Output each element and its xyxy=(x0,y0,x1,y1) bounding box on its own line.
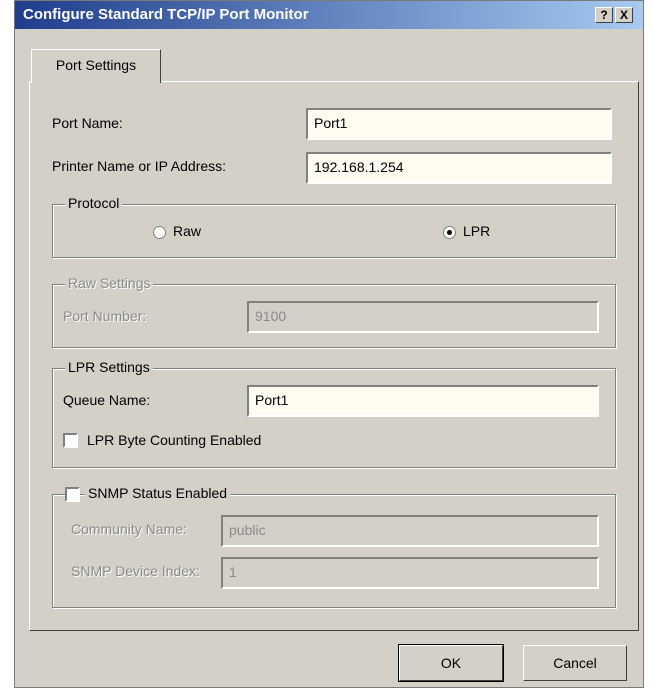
tab-port-settings[interactable]: Port Settings xyxy=(31,49,161,83)
queue-name-label: Queue Name: xyxy=(63,392,151,408)
port-number-label: Port Number: xyxy=(63,308,147,324)
printer-address-label: Printer Name or IP Address: xyxy=(52,158,227,174)
cancel-button[interactable]: Cancel xyxy=(523,645,627,681)
help-button[interactable]: ? xyxy=(595,7,613,23)
raw-radio[interactable] xyxy=(153,226,166,239)
lpr-radio[interactable] xyxy=(443,226,456,239)
port-number-input: 9100 xyxy=(247,301,599,333)
lpr-radio-label[interactable]: LPR xyxy=(463,223,490,239)
lpr-settings-group: LPR Settings Queue Name: Port1 LPR Byte … xyxy=(52,359,616,468)
port-name-input[interactable]: Port1 xyxy=(306,108,612,140)
printer-address-input[interactable]: 192.168.1.254 xyxy=(306,152,612,184)
protocol-group: Protocol Raw LPR xyxy=(52,195,616,258)
community-name-label: Community Name: xyxy=(71,521,187,537)
raw-radio-label[interactable]: Raw xyxy=(173,223,201,239)
ok-button[interactable]: OK xyxy=(398,644,504,682)
device-index-input: 1 xyxy=(221,557,599,589)
byte-counting-label[interactable]: LPR Byte Counting Enabled xyxy=(87,432,261,448)
snmp-group: SNMP Status Enabled Community Name: publ… xyxy=(52,485,616,608)
protocol-legend: Protocol xyxy=(65,195,123,211)
window-title: Configure Standard TCP/IP Port Monitor xyxy=(23,6,309,23)
snmp-checkbox[interactable] xyxy=(65,487,80,502)
raw-settings-legend: Raw Settings xyxy=(65,275,154,291)
port-name-label: Port Name: xyxy=(52,115,123,131)
queue-name-input[interactable]: Port1 xyxy=(247,385,599,417)
tab-panel: Port Name: Port1 Printer Name or IP Addr… xyxy=(29,81,639,631)
dialog-window: Configure Standard TCP/IP Port Monitor ?… xyxy=(14,0,644,688)
close-button[interactable]: X xyxy=(615,7,633,23)
snmp-legend[interactable]: SNMP Status Enabled xyxy=(85,485,231,501)
raw-settings-group: Raw Settings Port Number: 9100 xyxy=(52,275,616,348)
title-bar[interactable]: Configure Standard TCP/IP Port Monitor ?… xyxy=(15,1,643,29)
community-name-input: public xyxy=(221,515,599,547)
device-index-label: SNMP Device Index: xyxy=(71,563,200,579)
lpr-settings-legend: LPR Settings xyxy=(65,359,153,375)
byte-counting-checkbox[interactable] xyxy=(63,433,78,448)
